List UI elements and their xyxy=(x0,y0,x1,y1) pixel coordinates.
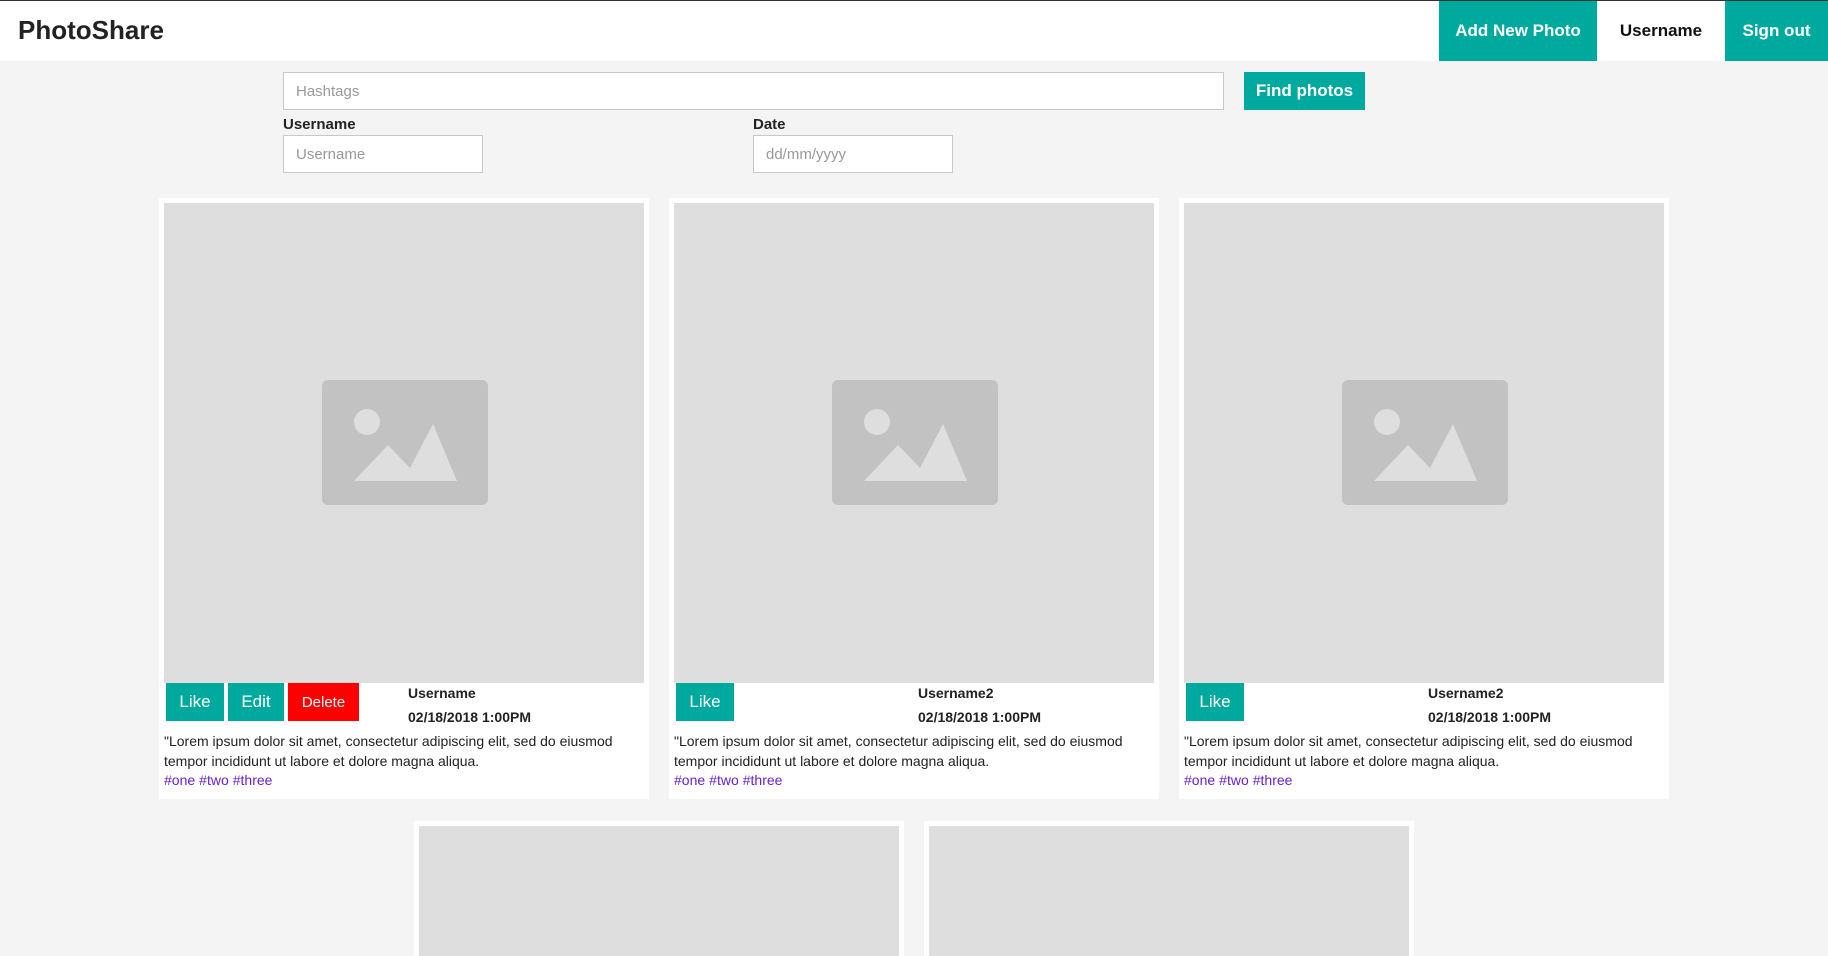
hashtags-input[interactable] xyxy=(283,72,1224,110)
hashtag-link[interactable]: #one xyxy=(164,772,195,788)
photo-image[interactable] xyxy=(419,826,899,956)
find-photos-button[interactable]: Find photos xyxy=(1244,72,1365,110)
hashtag-link[interactable]: #two xyxy=(709,772,739,788)
date-filter-input[interactable] xyxy=(753,135,953,173)
hashtag-link[interactable]: #two xyxy=(1219,772,1249,788)
post-caption: "Lorem ipsum dolor sit amet, consectetur… xyxy=(674,733,1123,769)
brand-logo[interactable]: PhotoShare xyxy=(18,15,164,46)
like-button[interactable]: Like xyxy=(166,683,224,721)
hashtag-link[interactable]: #three xyxy=(1253,772,1293,788)
post-hashtags: #one #two #three xyxy=(164,772,276,788)
hashtag-link[interactable]: #one xyxy=(674,772,705,788)
post-caption: "Lorem ipsum dolor sit amet, consectetur… xyxy=(164,733,613,769)
image-placeholder-icon xyxy=(832,380,998,505)
photo-card: Like Edit Delete Username 02/18/2018 1:0… xyxy=(159,198,649,799)
photo-image[interactable] xyxy=(164,203,644,683)
add-new-photo-button[interactable]: Add New Photo xyxy=(1439,1,1597,61)
post-username[interactable]: Username xyxy=(408,685,476,701)
image-placeholder-icon xyxy=(1342,380,1508,505)
post-username[interactable]: Username2 xyxy=(1428,685,1504,701)
top-bar: PhotoShare Add New Photo Username Sign o… xyxy=(0,1,1828,61)
edit-button[interactable]: Edit xyxy=(228,683,284,721)
post-date: 02/18/2018 1:00PM xyxy=(408,709,531,725)
photo-card: Like Username2 02/18/2018 1:00PM "Lorem … xyxy=(1179,198,1669,799)
post-hashtags: #one #two #three xyxy=(1184,772,1296,788)
hashtag-link[interactable]: #three xyxy=(233,772,273,788)
photo-card xyxy=(414,821,904,956)
like-button[interactable]: Like xyxy=(1186,683,1244,721)
date-filter-label: Date xyxy=(753,116,786,133)
post-hashtags: #one #two #three xyxy=(674,772,786,788)
sign-out-button[interactable]: Sign out xyxy=(1725,1,1828,61)
post-username[interactable]: Username2 xyxy=(918,685,994,701)
hashtag-link[interactable]: #one xyxy=(1184,772,1215,788)
post-date: 02/18/2018 1:00PM xyxy=(1428,709,1551,725)
image-placeholder-icon xyxy=(322,380,488,505)
photo-image[interactable] xyxy=(674,203,1154,683)
hashtag-link[interactable]: #three xyxy=(743,772,783,788)
username-filter-input[interactable] xyxy=(283,135,483,173)
photo-image[interactable] xyxy=(1184,203,1664,683)
username-nav-link[interactable]: Username xyxy=(1597,1,1725,61)
post-date: 02/18/2018 1:00PM xyxy=(918,709,1041,725)
like-button[interactable]: Like xyxy=(676,683,734,721)
hashtag-link[interactable]: #two xyxy=(199,772,229,788)
post-caption: "Lorem ipsum dolor sit amet, consectetur… xyxy=(1184,733,1633,769)
delete-button[interactable]: Delete xyxy=(288,683,359,721)
photo-card xyxy=(924,821,1414,956)
photo-card: Like Username2 02/18/2018 1:00PM "Lorem … xyxy=(669,198,1159,799)
username-filter-label: Username xyxy=(283,116,356,133)
photo-image[interactable] xyxy=(929,826,1409,956)
